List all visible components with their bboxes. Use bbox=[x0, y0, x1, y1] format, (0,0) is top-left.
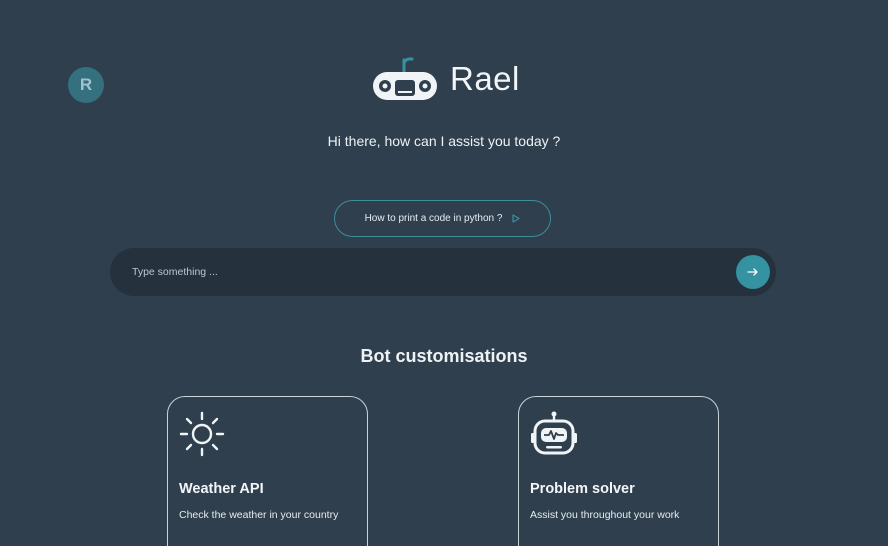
chat-bar bbox=[110, 248, 776, 296]
robot-icon bbox=[531, 411, 577, 455]
avatar-initial: R bbox=[79, 75, 93, 94]
chat-input[interactable] bbox=[132, 260, 722, 284]
arrow-right-icon bbox=[747, 268, 758, 276]
send-button[interactable] bbox=[736, 255, 770, 289]
sun-icon bbox=[179, 411, 225, 457]
card-description: Check the weather in your country bbox=[179, 509, 339, 521]
card-title: Problem solver bbox=[530, 481, 635, 497]
customisation-card-problem-solver[interactable]: Problem solver Assist you throughout you… bbox=[518, 396, 719, 546]
greeting-text: Hi there, how can I assist you today ? bbox=[327, 133, 561, 149]
card-description: Assist you throughout your work bbox=[530, 509, 680, 521]
play-icon bbox=[512, 214, 521, 223]
brand-logo: Rael bbox=[370, 54, 520, 104]
suggestion-label: How to print a code in python ? bbox=[364, 213, 503, 224]
brand-name: Rael bbox=[450, 60, 520, 97]
section-title: Bot customisations bbox=[360, 346, 528, 366]
card-title: Weather API bbox=[179, 481, 264, 497]
user-avatar[interactable]: R bbox=[68, 67, 104, 103]
customisation-card-weather[interactable]: Weather API Check the weather in your co… bbox=[167, 396, 368, 546]
suggestion-chip[interactable]: How to print a code in python ? bbox=[334, 200, 551, 237]
robot-face-icon bbox=[373, 57, 437, 100]
